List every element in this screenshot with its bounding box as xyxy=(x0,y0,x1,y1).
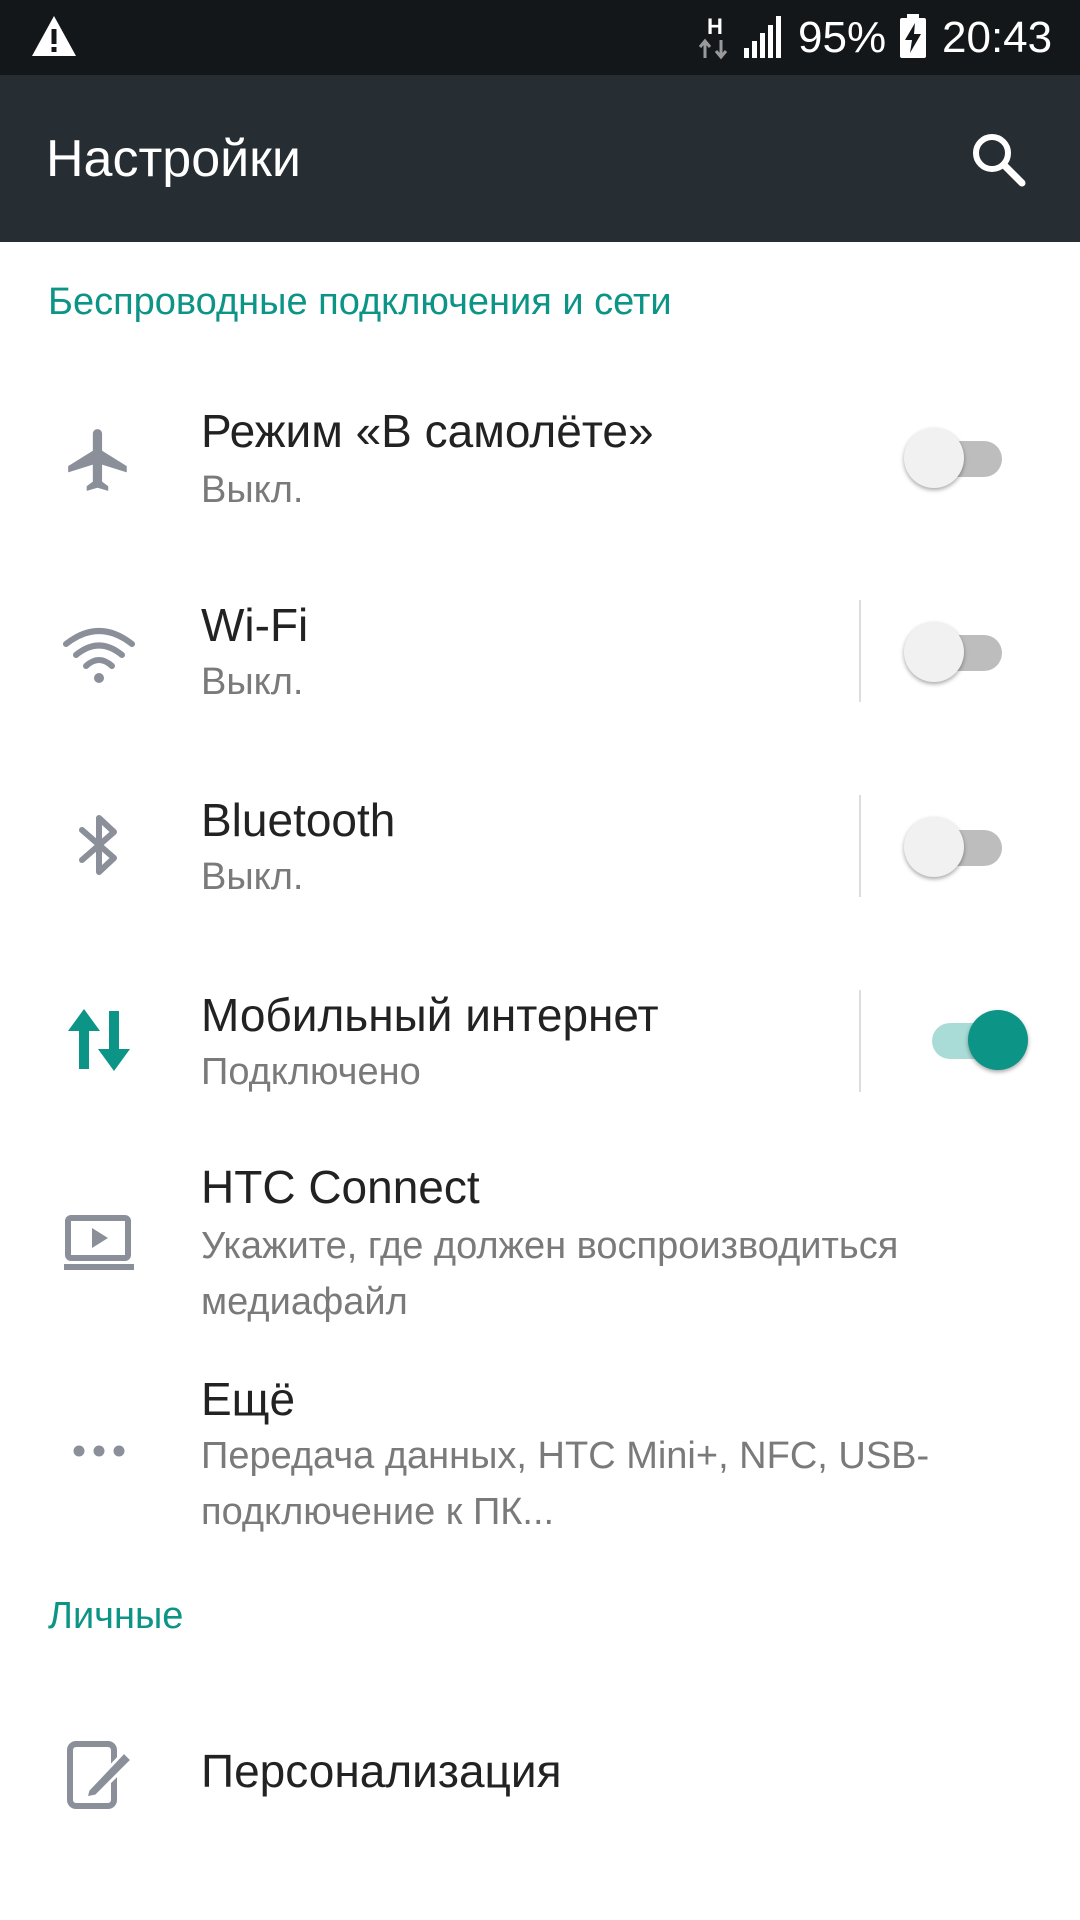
section-header-wireless: Беспроводные подключения и сети xyxy=(48,281,672,323)
switch-thumb xyxy=(904,817,964,877)
cast-icon xyxy=(64,1215,134,1270)
setting-more[interactable]: Ещё Передача данных, HTC Mini+, NFC, USB… xyxy=(0,1362,1080,1547)
setting-subtitle: Укажите, где должен воспроизводиться мед… xyxy=(201,1225,899,1323)
setting-subtitle: Подключено xyxy=(201,1051,421,1093)
divider xyxy=(859,990,861,1092)
page-title: Настройки xyxy=(46,130,301,188)
divider xyxy=(859,795,861,897)
setting-bluetooth[interactable]: Bluetooth Выкл. xyxy=(0,765,1080,915)
setting-title: Bluetooth xyxy=(201,794,396,846)
setting-subtitle: Передача данных, HTC Mini+, NFC, USB-под… xyxy=(201,1435,930,1533)
switch-thumb xyxy=(968,1010,1028,1070)
setting-title: HTC Connect xyxy=(201,1161,480,1213)
airplane-mode-switch[interactable] xyxy=(904,422,1014,492)
battery-percent: 95% xyxy=(798,13,887,62)
setting-personalization[interactable]: Персонализация xyxy=(0,1690,1080,1860)
network-h-icon: H xyxy=(698,14,728,60)
bluetooth-switch[interactable] xyxy=(904,811,1014,881)
status-bar: H 95% 20:43 xyxy=(0,0,1080,75)
wifi-icon xyxy=(63,628,135,683)
section-header-personal: Личные xyxy=(48,1595,184,1637)
airplane-icon xyxy=(68,429,127,491)
setting-title: Мобильный интернет xyxy=(201,989,659,1041)
setting-subtitle: Выкл. xyxy=(201,469,304,511)
more-icon xyxy=(73,1445,125,1457)
setting-airplane-mode[interactable]: Режим «В самолёте» Выкл. xyxy=(0,380,1080,530)
setting-title: Режим «В самолёте» xyxy=(201,405,654,457)
battery-charging-icon xyxy=(900,14,926,58)
setting-title: Персонализация xyxy=(201,1745,562,1797)
setting-subtitle: Выкл. xyxy=(201,856,304,898)
wifi-switch[interactable] xyxy=(904,616,1014,686)
setting-mobile-internet[interactable]: Мобильный интернет Подключено xyxy=(0,960,1080,1110)
switch-thumb xyxy=(904,428,964,488)
setting-title: Ещё xyxy=(201,1373,296,1425)
app-bar: Настройки xyxy=(0,75,1080,242)
mobile-internet-switch[interactable] xyxy=(918,1004,1028,1074)
bluetooth-icon xyxy=(79,815,117,875)
switch-thumb xyxy=(904,622,964,682)
mobile-data-icon xyxy=(68,1009,130,1071)
setting-subtitle: Выкл. xyxy=(201,661,304,703)
setting-title: Wi-Fi xyxy=(201,599,309,651)
divider xyxy=(859,600,861,702)
search-icon[interactable] xyxy=(966,127,1030,191)
clock: 20:43 xyxy=(942,13,1053,62)
warning-icon xyxy=(32,16,76,56)
svg-text:H: H xyxy=(707,14,723,39)
signal-icon xyxy=(744,16,781,58)
setting-htc-connect[interactable]: HTC Connect Укажите, где должен воспроиз… xyxy=(0,1150,1080,1335)
personalize-icon xyxy=(67,1741,135,1809)
setting-wifi[interactable]: Wi-Fi Выкл. xyxy=(0,570,1080,720)
